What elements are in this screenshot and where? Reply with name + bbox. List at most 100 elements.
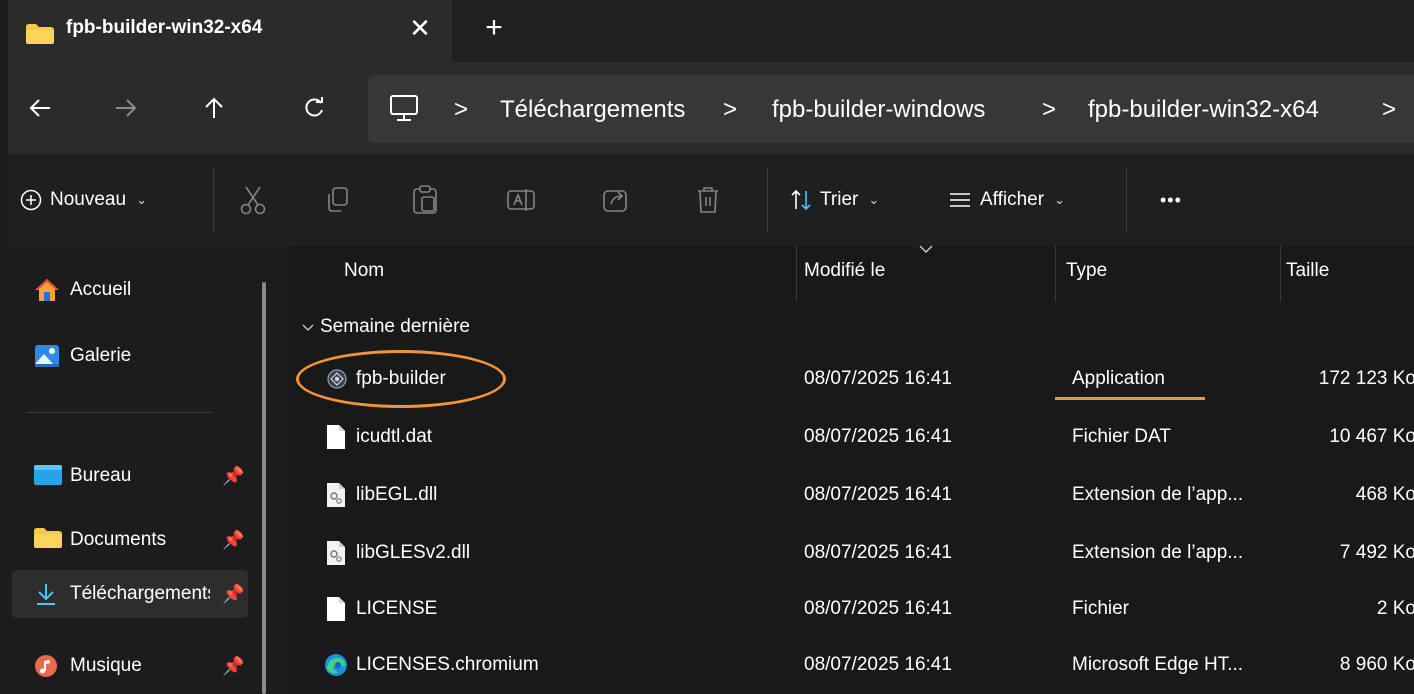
paste-button[interactable] bbox=[412, 154, 438, 246]
view-button[interactable]: Afficher ⌄ bbox=[948, 154, 1065, 246]
file-name: LICENSE bbox=[356, 598, 438, 619]
refresh-button[interactable] bbox=[290, 84, 338, 132]
scissors-icon bbox=[240, 186, 266, 215]
music-icon bbox=[34, 654, 58, 678]
sidebar-item-gallery[interactable]: Galerie bbox=[12, 332, 248, 380]
pin-icon[interactable]: 📌 bbox=[222, 530, 244, 551]
column-header-modified[interactable]: Modifié le bbox=[804, 260, 885, 282]
file-name: icudtl.dat bbox=[356, 426, 433, 447]
file-size: 172 123 Ko bbox=[1318, 368, 1414, 389]
breadcrumb-separator[interactable]: > bbox=[1382, 96, 1396, 124]
highlight-underline bbox=[1055, 397, 1205, 400]
file-modified: 08/07/2025 16:41 bbox=[804, 426, 952, 447]
breadcrumb-fpb-builder-windows[interactable]: fpb-builder-windows bbox=[772, 96, 985, 124]
sidebar-scrollbar[interactable] bbox=[262, 282, 266, 694]
breadcrumb-fpb-builder-win32-x64[interactable]: fpb-builder-win32-x64 bbox=[1088, 96, 1319, 124]
tab-fpb-builder[interactable]: fpb-builder-win32-x64 ✕ bbox=[8, 0, 452, 62]
new-tab-button[interactable]: + bbox=[476, 11, 512, 47]
group-header[interactable]: Semaine dernière bbox=[302, 316, 470, 338]
table-row[interactable]: libGLESv2.dll 08/07/2025 16:41 Extension… bbox=[290, 532, 1414, 576]
table-row[interactable]: LICENSE 08/07/2025 16:41 Fichier 2 Ko bbox=[290, 588, 1414, 632]
toolbar-divider bbox=[767, 168, 768, 232]
pin-icon[interactable]: 📌 bbox=[222, 656, 244, 677]
copy-icon bbox=[328, 187, 348, 212]
table-row[interactable]: LICENSES.chromium 08/07/2025 16:41 Micro… bbox=[290, 644, 1414, 688]
chevron-down-icon bbox=[302, 316, 314, 338]
more-icon: ••• bbox=[1160, 189, 1182, 210]
this-pc-icon[interactable] bbox=[388, 92, 420, 129]
delete-button[interactable] bbox=[696, 154, 720, 246]
home-icon bbox=[34, 278, 59, 302]
forward-arrow-icon bbox=[116, 99, 137, 117]
rename-button[interactable] bbox=[506, 154, 536, 246]
more-options-button[interactable]: ••• bbox=[1160, 154, 1182, 246]
column-header-size[interactable]: Taille bbox=[1286, 260, 1329, 282]
folder-icon bbox=[26, 24, 54, 49]
back-button[interactable] bbox=[16, 84, 64, 132]
sidebar-item-documents[interactable]: Documents 📌 bbox=[12, 516, 248, 564]
rename-icon bbox=[507, 189, 535, 211]
sidebar-item-label: Galerie bbox=[70, 345, 132, 366]
sidebar-item-home[interactable]: Accueil bbox=[12, 266, 248, 314]
chevron-down-icon: ⌄ bbox=[868, 192, 880, 207]
column-divider[interactable] bbox=[1280, 246, 1281, 302]
group-label: Semaine dernière bbox=[320, 316, 470, 337]
chevron-down-icon: ⌄ bbox=[1054, 192, 1065, 207]
dll-icon bbox=[326, 482, 350, 508]
new-button[interactable]: Nouveau ⌄ bbox=[20, 154, 147, 246]
copy-button[interactable] bbox=[324, 154, 350, 246]
sidebar-item-label: Bureau bbox=[70, 465, 132, 486]
toolbar-divider bbox=[213, 168, 214, 232]
column-header-type[interactable]: Type bbox=[1066, 260, 1107, 282]
file-size: 10 467 Ko bbox=[1329, 426, 1414, 447]
up-button[interactable] bbox=[190, 84, 238, 132]
file-type: Application bbox=[1072, 368, 1165, 389]
column-header-name[interactable]: Nom bbox=[344, 260, 384, 282]
file-name: libEGL.dll bbox=[356, 484, 438, 505]
sidebar-divider bbox=[26, 412, 212, 413]
breadcrumb-separator[interactable]: > bbox=[454, 96, 468, 124]
file-modified: 08/07/2025 16:41 bbox=[804, 484, 952, 505]
file-type: Extension de l’app... bbox=[1072, 542, 1244, 563]
column-divider[interactable] bbox=[796, 246, 797, 302]
forward-button[interactable] bbox=[102, 84, 150, 132]
pin-icon[interactable]: 📌 bbox=[222, 466, 244, 487]
sidebar-item-downloads[interactable]: Téléchargements 📌 bbox=[12, 570, 248, 618]
sidebar-item-label: Musique bbox=[70, 655, 142, 676]
sort-button[interactable]: Trier ⌄ bbox=[790, 154, 879, 246]
file-modified: 08/07/2025 16:41 bbox=[804, 654, 952, 675]
sort-label: Trier bbox=[820, 189, 859, 210]
cut-button[interactable] bbox=[240, 154, 266, 246]
paste-icon bbox=[413, 185, 437, 214]
sort-chevron-icon[interactable] bbox=[918, 242, 934, 260]
dll-icon bbox=[326, 540, 350, 566]
view-lines-icon bbox=[950, 193, 970, 207]
breadcrumb-separator[interactable]: > bbox=[723, 96, 737, 124]
sidebar-item-label: Documents bbox=[70, 529, 167, 550]
chevron-down-icon: ⌄ bbox=[136, 192, 147, 207]
file-size: 468 Ko bbox=[1355, 484, 1414, 505]
file-name: libGLESv2.dll bbox=[356, 542, 471, 563]
file-icon bbox=[326, 424, 350, 450]
plus-circle-icon bbox=[20, 189, 42, 211]
sidebar-item-label: Accueil bbox=[70, 279, 132, 300]
up-arrow-icon bbox=[205, 97, 223, 118]
sidebar-item-music[interactable]: Musique 📌 bbox=[12, 642, 248, 690]
breadcrumb-downloads[interactable]: Téléchargements bbox=[500, 96, 685, 124]
file-icon bbox=[326, 596, 350, 622]
table-row[interactable]: libEGL.dll 08/07/2025 16:41 Extension de… bbox=[290, 474, 1414, 518]
highlight-circle bbox=[296, 350, 506, 408]
breadcrumb-separator[interactable]: > bbox=[1042, 96, 1056, 124]
close-tab-icon[interactable]: ✕ bbox=[402, 11, 438, 47]
address-bar-row: > Téléchargements > fpb-builder-windows … bbox=[8, 62, 1414, 154]
refresh-icon bbox=[305, 97, 323, 117]
sidebar-item-desktop[interactable]: Bureau 📌 bbox=[12, 452, 248, 500]
pin-icon[interactable]: 📌 bbox=[222, 584, 244, 605]
column-divider[interactable] bbox=[1055, 246, 1056, 302]
file-type: Fichier DAT bbox=[1072, 426, 1171, 447]
file-size: 7 492 Ko bbox=[1339, 542, 1414, 563]
edge-icon bbox=[325, 652, 350, 678]
share-button[interactable] bbox=[602, 154, 630, 246]
trash-icon bbox=[698, 187, 718, 213]
table-row[interactable]: icudtl.dat 08/07/2025 16:41 Fichier DAT … bbox=[290, 416, 1414, 460]
